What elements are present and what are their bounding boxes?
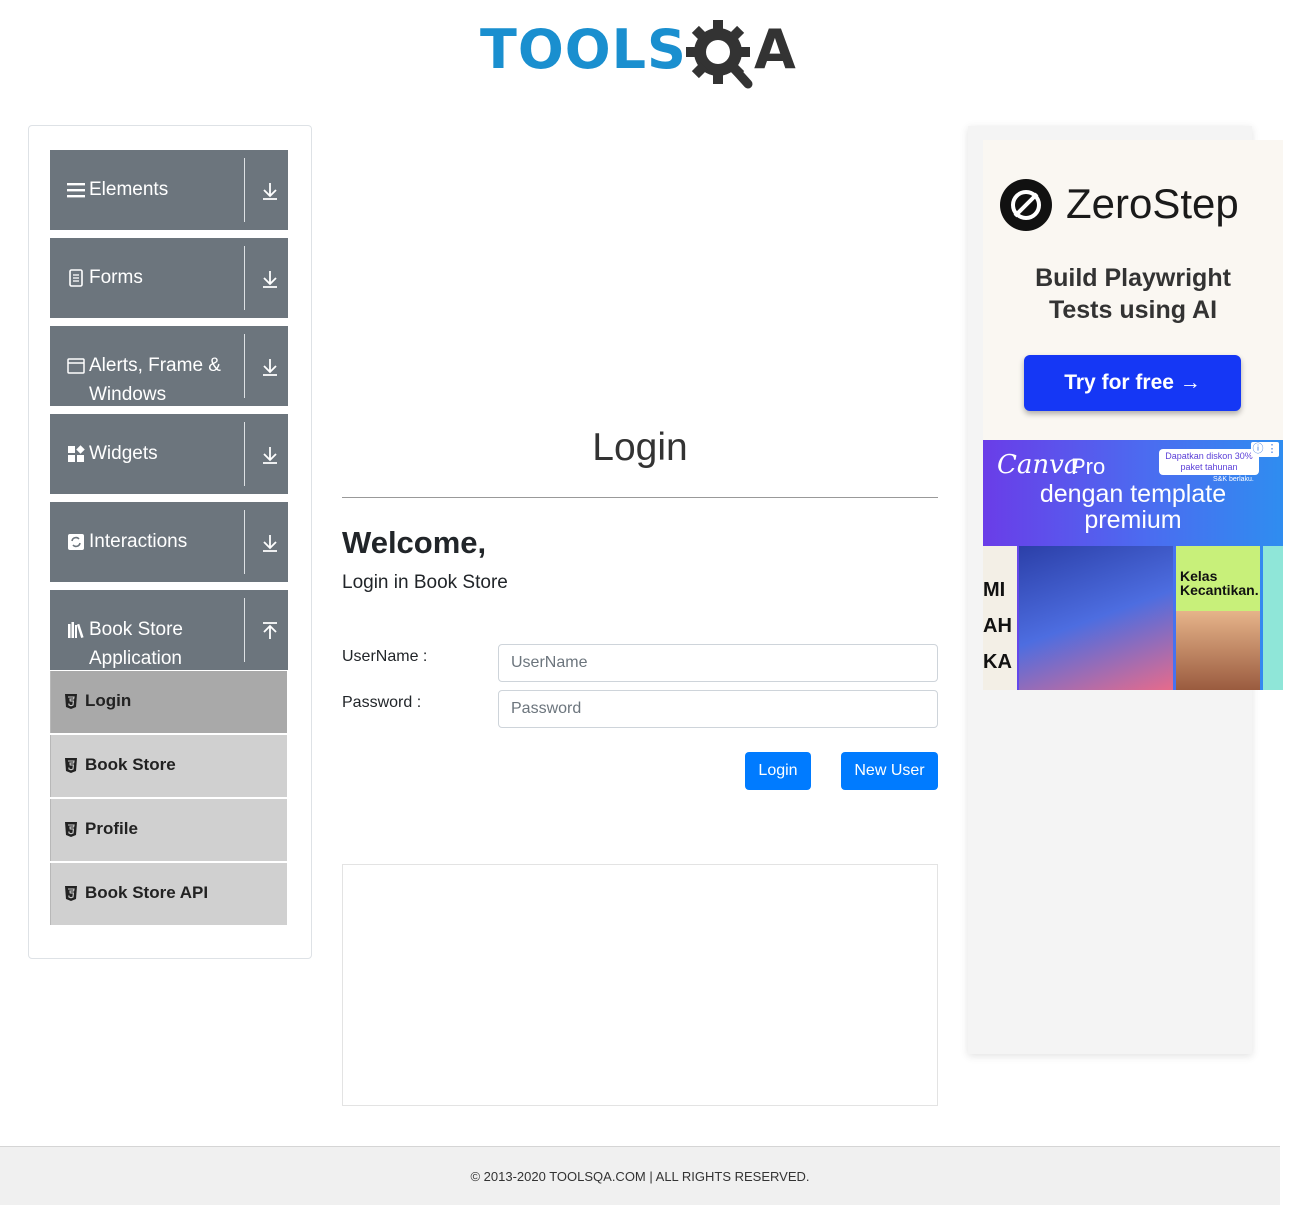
sidebar-item-label: Profile bbox=[85, 819, 138, 838]
sidebar-group-alerts[interactable]: Alerts, Frame & Windows bbox=[50, 326, 288, 406]
sidebar-item-book-store[interactable]: Book Store bbox=[50, 735, 287, 797]
hamburger-icon bbox=[67, 183, 85, 198]
new-user-button[interactable]: New User bbox=[841, 752, 938, 790]
copyright-text: © 2013-2020 TOOLSQA.COM | ALL RIGHTS RES… bbox=[470, 1169, 810, 1184]
interactions-icon bbox=[68, 534, 84, 550]
svg-text:TOOLS: TOOLS bbox=[480, 18, 687, 81]
canva-ad[interactable]: Canva Pro Dapatkan diskon 30% paket tahu… bbox=[983, 440, 1283, 690]
download-arrow-icon[interactable] bbox=[260, 533, 280, 553]
password-label: Password : bbox=[342, 694, 422, 711]
gear-icon bbox=[686, 20, 753, 89]
sidebar-group-interactions[interactable]: Interactions bbox=[50, 502, 288, 582]
ad-tile-typography: MI AH KA bbox=[983, 546, 1017, 690]
divider bbox=[342, 497, 938, 498]
sidebar-group-label: Widgets bbox=[89, 443, 158, 464]
username-label: UserName : bbox=[342, 648, 428, 665]
sidebar-group-elements[interactable]: Elements bbox=[50, 150, 288, 230]
sidebar-group-label: Forms bbox=[89, 267, 143, 288]
ad-info-icon[interactable]: ⓘ ⋮ bbox=[1251, 442, 1279, 457]
footer: © 2013-2020 TOOLSQA.COM | ALL RIGHTS RES… bbox=[0, 1146, 1280, 1205]
password-input[interactable] bbox=[498, 690, 938, 728]
header: TOOLS A bbox=[0, 0, 1311, 100]
toolsqa-logo[interactable]: TOOLS A bbox=[480, 14, 810, 94]
download-arrow-icon[interactable] bbox=[260, 181, 280, 201]
ad-headline-line1: dengan template bbox=[1039, 480, 1227, 508]
download-arrow-icon[interactable] bbox=[260, 269, 280, 289]
username-input[interactable] bbox=[498, 644, 938, 682]
sidebar-group-label-line2: Application bbox=[89, 648, 182, 669]
window-icon bbox=[67, 358, 85, 374]
html5-icon bbox=[65, 886, 77, 901]
ad-tile-artwork bbox=[1019, 546, 1173, 690]
login-button[interactable]: Login bbox=[745, 752, 811, 790]
download-arrow-icon[interactable] bbox=[260, 445, 280, 465]
divider bbox=[244, 422, 245, 486]
divider bbox=[244, 158, 245, 222]
divider bbox=[244, 246, 245, 310]
html5-icon bbox=[65, 694, 77, 709]
sidebar-group-forms[interactable]: Forms bbox=[50, 238, 288, 318]
sidebar-item-label: Book Store API bbox=[85, 883, 209, 902]
divider bbox=[244, 510, 245, 574]
login-subheading: Login in Book Store bbox=[342, 572, 508, 593]
zerostep-ad[interactable]: ZeroStep Build Playwright Tests using AI… bbox=[983, 140, 1283, 440]
books-icon bbox=[68, 622, 84, 638]
promo-badge: Dapatkan diskon 30% paket tahunan bbox=[1159, 449, 1259, 475]
sidebar-group-book-store[interactable]: Book Store Application bbox=[50, 590, 288, 670]
sidebar-item-profile[interactable]: Profile bbox=[50, 799, 287, 861]
sidebar-item-label: Book Store bbox=[85, 755, 176, 774]
sidebar-group-label: Interactions bbox=[89, 531, 188, 552]
sidebar-group-label: Book Store bbox=[89, 619, 183, 640]
document-icon bbox=[69, 269, 83, 287]
output-area bbox=[342, 864, 938, 1106]
svg-text:A: A bbox=[754, 18, 796, 81]
upload-arrow-icon[interactable] bbox=[260, 621, 280, 641]
ad-brand: ZeroStep bbox=[1066, 180, 1239, 227]
widgets-icon bbox=[68, 445, 85, 462]
sidebar-group-label: Elements bbox=[89, 179, 169, 200]
ad-tile-edge bbox=[1263, 546, 1283, 690]
canva-pro-label: Pro bbox=[1071, 454, 1106, 479]
sidebar: Elements Forms Alerts, Frame & Windows W… bbox=[28, 125, 312, 959]
sidebar-group-label: Alerts, Frame & bbox=[89, 355, 221, 376]
canva-logo: Canva bbox=[997, 450, 1080, 480]
html5-icon bbox=[65, 822, 77, 837]
sidebar-item-login[interactable]: Login bbox=[50, 671, 287, 733]
ad-tile-beauty: Kelas Kecantikan. bbox=[1176, 546, 1260, 690]
zerostep-logo-icon bbox=[1000, 179, 1052, 231]
welcome-heading: Welcome, bbox=[342, 525, 487, 560]
sidebar-item-book-store-api[interactable]: Book Store API bbox=[50, 863, 287, 925]
divider bbox=[244, 598, 245, 662]
ad-cta-button[interactable]: Try for free → bbox=[1024, 355, 1241, 411]
sidebar-item-label: Login bbox=[85, 691, 132, 710]
divider bbox=[244, 334, 245, 398]
page-title: Login bbox=[592, 426, 688, 469]
sidebar-group-label-line2: Windows bbox=[89, 384, 167, 405]
html5-icon bbox=[65, 758, 77, 773]
sidebar-group-widgets[interactable]: Widgets bbox=[50, 414, 288, 494]
download-arrow-icon[interactable] bbox=[260, 357, 280, 377]
ad-headline-line2: premium bbox=[1084, 506, 1182, 534]
ad-tagline: Build Playwright Tests using AI bbox=[1035, 264, 1231, 324]
